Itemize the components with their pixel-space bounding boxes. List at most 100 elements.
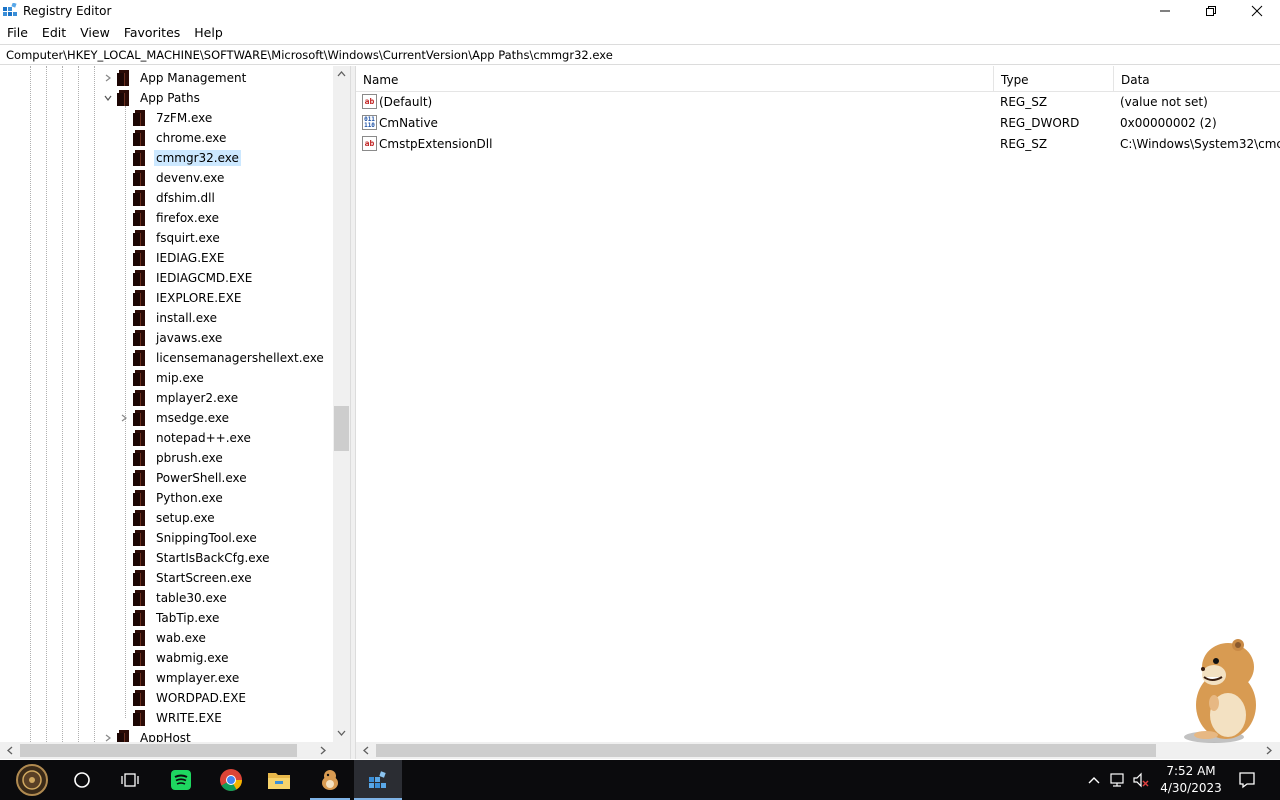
- chevron-right-icon[interactable]: [119, 413, 129, 423]
- scroll-down-arrow-icon[interactable]: [336, 728, 347, 738]
- tree-node-label[interactable]: 7zFM.exe: [154, 110, 214, 126]
- tree-node[interactable]: IEDIAG.EXE: [119, 248, 226, 268]
- show-hidden-icons-button[interactable]: [1084, 760, 1104, 800]
- values-horizontal-scrollbar[interactable]: [356, 742, 1280, 759]
- tree-node-label[interactable]: pbrush.exe: [154, 450, 225, 466]
- tree-vscroll-thumb[interactable]: [334, 406, 349, 451]
- menu-help[interactable]: Help: [187, 22, 230, 44]
- tree-node-label[interactable]: StartScreen.exe: [154, 570, 254, 586]
- tree-hscroll-thumb[interactable]: [20, 744, 297, 757]
- tree-node[interactable]: StartScreen.exe: [119, 568, 254, 588]
- close-button[interactable]: [1234, 0, 1280, 22]
- minimize-button[interactable]: [1142, 0, 1188, 22]
- tree-node[interactable]: wabmig.exe: [119, 648, 231, 668]
- column-header-type[interactable]: Type: [994, 66, 1114, 92]
- tree-node-label[interactable]: devenv.exe: [154, 170, 226, 186]
- menu-view[interactable]: View: [73, 22, 117, 44]
- tree-node[interactable]: mip.exe: [119, 368, 206, 388]
- spotify-taskbar-button[interactable]: [157, 760, 205, 800]
- tree-node-label[interactable]: javaws.exe: [154, 330, 224, 346]
- tree-node-label[interactable]: install.exe: [154, 310, 219, 326]
- scroll-up-arrow-icon[interactable]: [336, 69, 347, 79]
- tree-node-label[interactable]: SnippingTool.exe: [154, 530, 259, 546]
- tree-node[interactable]: install.exe: [119, 308, 219, 328]
- tree-node-label[interactable]: licensemanagershellext.exe: [154, 350, 326, 366]
- tree-node[interactable]: App Paths: [103, 88, 202, 108]
- tree-node-label[interactable]: mip.exe: [154, 370, 206, 386]
- scroll-right-arrow-icon[interactable]: [1264, 745, 1274, 756]
- file-explorer-taskbar-button[interactable]: [255, 760, 303, 800]
- tree-node[interactable]: setup.exe: [119, 508, 217, 528]
- tree-node[interactable]: wmplayer.exe: [119, 668, 241, 688]
- search-button[interactable]: [58, 760, 106, 800]
- scroll-left-arrow-icon[interactable]: [5, 745, 15, 756]
- tree-node-label[interactable]: App Management: [138, 70, 248, 86]
- tree-node[interactable]: WORDPAD.EXE: [119, 688, 248, 708]
- chrome-taskbar-button[interactable]: [207, 760, 255, 800]
- tree-node[interactable]: devenv.exe: [119, 168, 226, 188]
- tree-horizontal-scrollbar[interactable]: [0, 742, 333, 759]
- address-input[interactable]: [0, 45, 1280, 64]
- tree-node[interactable]: IEXPLORE.EXE: [119, 288, 243, 308]
- tree-node-label[interactable]: msedge.exe: [154, 410, 231, 426]
- menu-favorites[interactable]: Favorites: [117, 22, 187, 44]
- tree-node-label[interactable]: App Paths: [138, 90, 202, 106]
- tree-node[interactable]: WRITE.EXE: [119, 708, 224, 728]
- tree-node[interactable]: TabTip.exe: [119, 608, 221, 628]
- tree-node-label[interactable]: Python.exe: [154, 490, 225, 506]
- tree-node[interactable]: AppHost: [103, 728, 193, 742]
- tree-node[interactable]: pbrush.exe: [119, 448, 225, 468]
- registry-editor-taskbar-button[interactable]: [354, 760, 402, 800]
- tree-node-label[interactable]: TabTip.exe: [154, 610, 221, 626]
- tree-node-label[interactable]: mplayer2.exe: [154, 390, 240, 406]
- tree-node[interactable]: IEDIAGCMD.EXE: [119, 268, 254, 288]
- tree-node-label[interactable]: fsquirt.exe: [154, 230, 222, 246]
- column-header-name[interactable]: Name: [356, 66, 994, 92]
- tree-node-label[interactable]: AppHost: [138, 730, 193, 742]
- menu-edit[interactable]: Edit: [35, 22, 73, 44]
- column-header-data[interactable]: Data: [1114, 66, 1280, 92]
- tree-node-label[interactable]: wab.exe: [154, 630, 208, 646]
- tree-node-label[interactable]: chrome.exe: [154, 130, 228, 146]
- tree-node[interactable]: SnippingTool.exe: [119, 528, 259, 548]
- tree-node[interactable]: notepad++.exe: [119, 428, 253, 448]
- action-center-button[interactable]: [1232, 760, 1262, 800]
- tree-node-label[interactable]: StartIsBackCfg.exe: [154, 550, 272, 566]
- tree-node[interactable]: cmmgr32.exe: [119, 148, 241, 168]
- tree-node-label[interactable]: table30.exe: [154, 590, 229, 606]
- chevron-right-icon[interactable]: [103, 733, 113, 742]
- volume-tray-button[interactable]: [1130, 760, 1152, 800]
- tree-node-label[interactable]: PowerShell.exe: [154, 470, 249, 486]
- hamster-app-taskbar-button[interactable]: [306, 760, 354, 800]
- value-row[interactable]: 011 110 CmNative REG_DWORD 0x00000002 (2): [356, 113, 1280, 134]
- tree-node-label[interactable]: cmmgr32.exe: [154, 150, 241, 166]
- tree-node[interactable]: Python.exe: [119, 488, 225, 508]
- tree-node[interactable]: firefox.exe: [119, 208, 221, 228]
- tree-node-label[interactable]: WORDPAD.EXE: [154, 690, 248, 706]
- value-row[interactable]: ab (Default) REG_SZ (value not set): [356, 92, 1280, 113]
- tree-node-label[interactable]: IEXPLORE.EXE: [154, 290, 243, 306]
- tree-node[interactable]: App Management: [103, 68, 248, 88]
- tree-node[interactable]: msedge.exe: [119, 408, 231, 428]
- scroll-left-arrow-icon[interactable]: [361, 745, 371, 756]
- tree-node[interactable]: wab.exe: [119, 628, 208, 648]
- tree-node[interactable]: table30.exe: [119, 588, 229, 608]
- tree-node[interactable]: javaws.exe: [119, 328, 224, 348]
- tree-node-label[interactable]: WRITE.EXE: [154, 710, 224, 726]
- tree-node[interactable]: mplayer2.exe: [119, 388, 240, 408]
- menu-file[interactable]: File: [0, 22, 35, 44]
- values-hscroll-thumb[interactable]: [376, 744, 1156, 757]
- tree-node-label[interactable]: IEDIAG.EXE: [154, 250, 226, 266]
- start-button[interactable]: [8, 760, 56, 800]
- tree-node[interactable]: 7zFM.exe: [119, 108, 214, 128]
- tree-node[interactable]: fsquirt.exe: [119, 228, 222, 248]
- tree-node-label[interactable]: notepad++.exe: [154, 430, 253, 446]
- chevron-right-icon[interactable]: [103, 73, 113, 83]
- tree-node-label[interactable]: wabmig.exe: [154, 650, 231, 666]
- tree-node[interactable]: PowerShell.exe: [119, 468, 249, 488]
- task-view-button[interactable]: [106, 760, 154, 800]
- tree-node[interactable]: licensemanagershellext.exe: [119, 348, 326, 368]
- tree-node-label[interactable]: setup.exe: [154, 510, 217, 526]
- scroll-right-arrow-icon[interactable]: [318, 745, 328, 756]
- value-row[interactable]: ab CmstpExtensionDll REG_SZ C:\Windows\Syst…: [356, 134, 1280, 155]
